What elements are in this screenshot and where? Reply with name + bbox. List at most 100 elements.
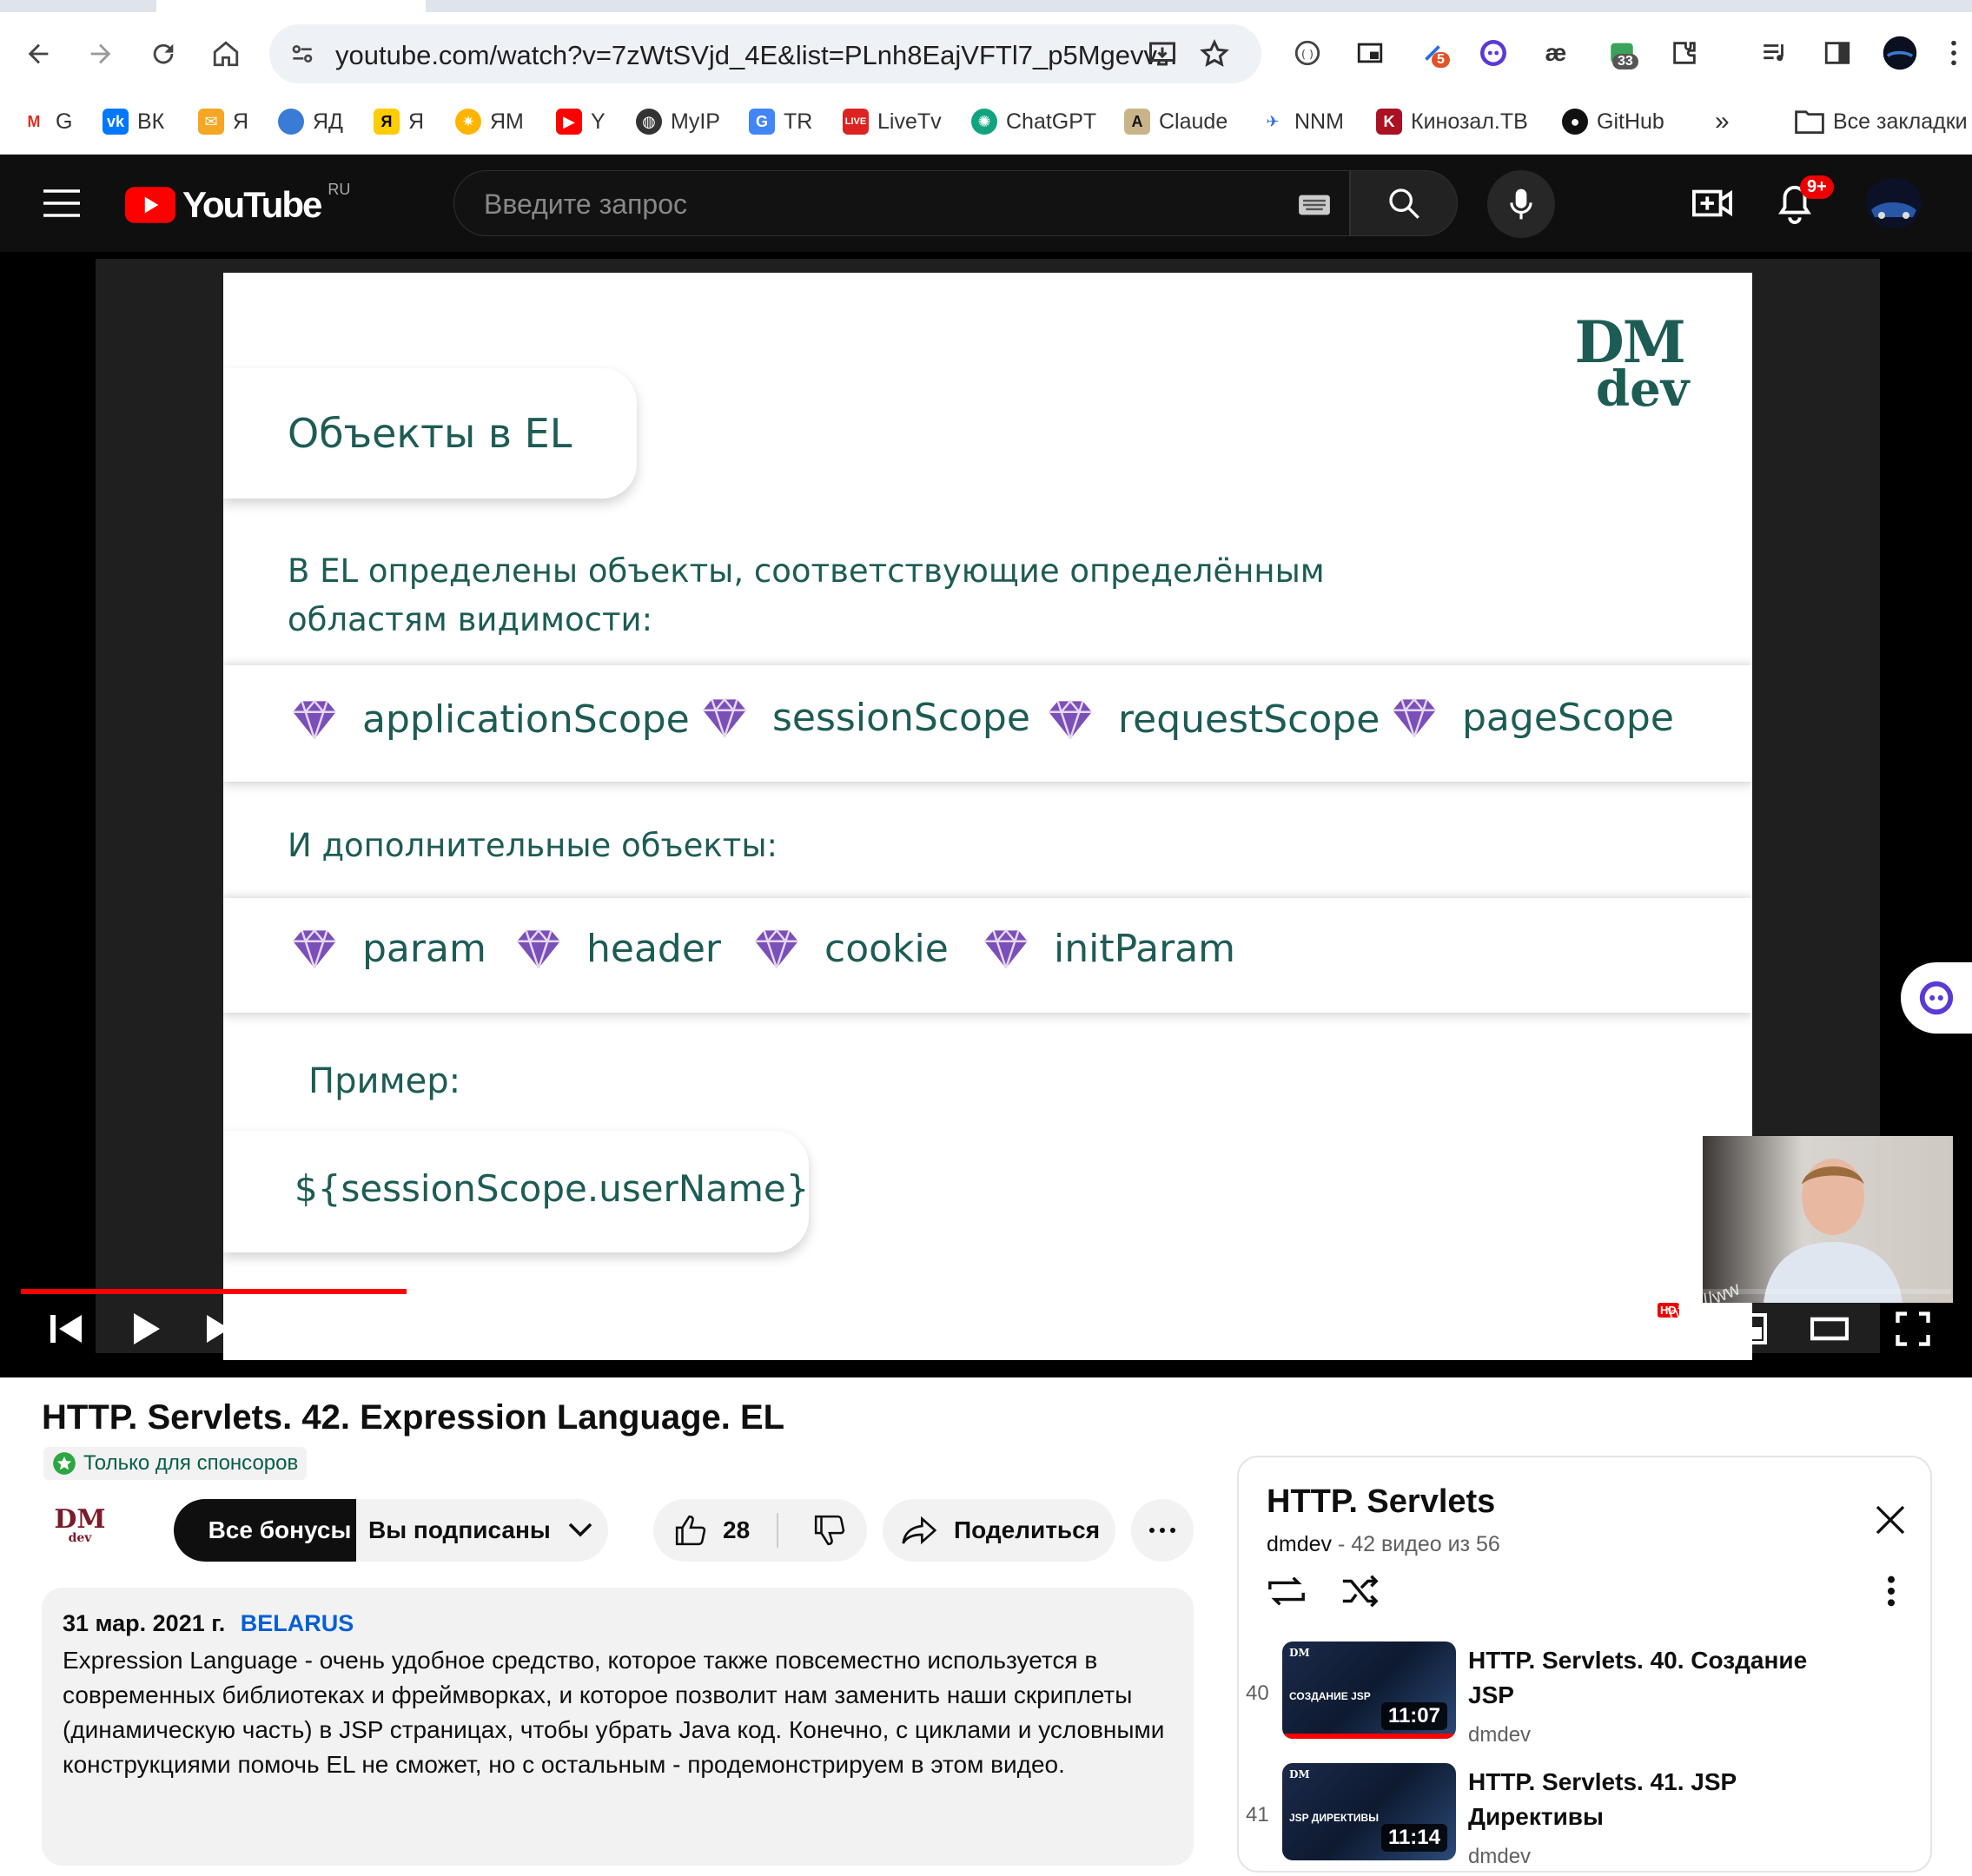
tab-strip bbox=[0, 0, 1972, 12]
scope-item: pageScope bbox=[1387, 695, 1674, 740]
browser-menu-icon[interactable] bbox=[1941, 31, 1967, 75]
more-vertical-icon[interactable] bbox=[1887, 1574, 1896, 1608]
miniplayer-button[interactable] bbox=[1720, 1303, 1772, 1355]
location-link[interactable]: BELARUS bbox=[241, 1610, 354, 1636]
next-button[interactable] bbox=[196, 1303, 248, 1355]
fullscreen-icon bbox=[1896, 1311, 1930, 1346]
share-button[interactable]: Поделиться bbox=[883, 1499, 1115, 1562]
arrow-left-icon bbox=[28, 43, 49, 64]
video-player[interactable]: DM dev Объекты в EL В EL определены объе… bbox=[0, 252, 1972, 1377]
playlist-title[interactable]: HTTP. Servlets bbox=[1267, 1483, 1495, 1521]
progress-bar[interactable] bbox=[21, 1289, 1951, 1294]
hamburger-menu-icon[interactable] bbox=[43, 188, 80, 219]
bookmarks-overflow-button[interactable]: » bbox=[1715, 106, 1730, 137]
playlist-item[interactable]: 41 DM JSP ДИРЕКТИВЫ 11:14 HTTP. Servlets… bbox=[1239, 1763, 1934, 1876]
bonuses-button[interactable]: Все бонусы bbox=[174, 1499, 386, 1562]
youtube-logo[interactable]: YouTube RU bbox=[125, 181, 350, 226]
bookmark-claude[interactable]: A Claude bbox=[1124, 106, 1228, 137]
fullscreen-button[interactable] bbox=[1887, 1303, 1939, 1355]
bookmarks-bar: MG vk ВК ✉ Я ЯД ЯЯ ✷ ЯМ ▶ Y ◍ MyIP G TR LIVE Li… bbox=[0, 96, 1972, 148]
bookmark-yandex-mail[interactable]: ✉ Я bbox=[198, 106, 248, 137]
subscribed-button[interactable]: Вы подписаны bbox=[356, 1499, 608, 1562]
voice-search-button[interactable] bbox=[1487, 170, 1555, 238]
bookmark-kinozal[interactable]: K Кинозал.ТВ bbox=[1376, 106, 1528, 137]
bookmark-yandex[interactable]: ЯЯ bbox=[374, 106, 424, 137]
volume-button[interactable] bbox=[278, 1303, 330, 1355]
bookmark-nnm[interactable]: ✈ NNM bbox=[1260, 106, 1344, 137]
extension-ae-icon[interactable]: æ bbox=[1534, 31, 1578, 75]
all-bookmarks-folder[interactable]: Все закладки bbox=[1795, 106, 1968, 137]
star-bookmark-icon[interactable] bbox=[1199, 38, 1230, 69]
extensions-puzzle-icon[interactable] bbox=[1663, 31, 1706, 75]
dislike-button[interactable] bbox=[792, 1499, 867, 1562]
extra-objects-heading: И дополнительные объекты: bbox=[288, 827, 778, 864]
upload-date: 31 мар. 2021 г. bbox=[63, 1610, 226, 1636]
profile-avatar[interactable] bbox=[1878, 31, 1922, 75]
like-divider bbox=[777, 1513, 778, 1548]
bookmark-chatgpt[interactable]: ✺ ChatGPT bbox=[971, 106, 1096, 137]
notifications-button[interactable]: 9+ bbox=[1777, 175, 1834, 226]
live-icon: LIVE bbox=[843, 109, 869, 135]
subtitles-button[interactable] bbox=[1555, 1303, 1607, 1355]
search-input[interactable]: Введите запрос bbox=[453, 170, 1350, 236]
playlist-item[interactable]: 40 DM СОЗДАНИЕ JSP 11:07 HTTP. Servlets.… bbox=[1239, 1642, 1934, 1754]
chevron-down-icon bbox=[568, 1523, 592, 1537]
like-button[interactable]: 28 bbox=[653, 1499, 777, 1562]
gem-icon bbox=[755, 928, 798, 969]
search-button[interactable] bbox=[1350, 170, 1458, 236]
extension-proxy-icon[interactable]: ( ) bbox=[1286, 31, 1329, 75]
bookmark-myip[interactable]: ◍ MyIP bbox=[636, 106, 720, 137]
install-app-icon[interactable] bbox=[1147, 38, 1178, 69]
extension-side-button[interactable] bbox=[1901, 962, 1972, 1034]
description-meta: 31 мар. 2021 г. BELARUS bbox=[63, 1610, 354, 1637]
active-tab[interactable] bbox=[156, 0, 426, 12]
watched-bar bbox=[1282, 1734, 1456, 1739]
globe-icon: ◍ bbox=[636, 109, 662, 135]
create-video-icon[interactable] bbox=[1692, 186, 1732, 221]
playlist-channel[interactable]: dmdev bbox=[1267, 1532, 1332, 1556]
side-panel-icon[interactable] bbox=[1816, 31, 1859, 75]
close-icon[interactable] bbox=[1873, 1503, 1908, 1537]
gem-icon bbox=[293, 699, 336, 740]
site-settings-icon[interactable] bbox=[288, 40, 316, 68]
sponsors-only-badge: Только для спонсоров bbox=[43, 1447, 308, 1480]
presentation-slide: DM dev Объекты в EL В EL определены объе… bbox=[223, 273, 1752, 1360]
forward-button[interactable] bbox=[78, 31, 123, 76]
channel-logo[interactable]: DM dev bbox=[49, 1507, 111, 1556]
loop-icon[interactable] bbox=[1267, 1574, 1307, 1608]
picture-in-picture-icon[interactable] bbox=[1348, 31, 1392, 75]
bookmark-yandex-disk[interactable]: ЯД bbox=[278, 106, 343, 137]
claude-icon: A bbox=[1124, 109, 1150, 135]
bookmark-yandex-music[interactable]: ✷ ЯМ bbox=[455, 106, 524, 137]
theater-mode-button[interactable] bbox=[1803, 1303, 1856, 1355]
disk-icon bbox=[278, 109, 304, 135]
reload-button[interactable] bbox=[141, 31, 186, 76]
home-button[interactable] bbox=[203, 31, 248, 76]
account-avatar[interactable] bbox=[1866, 179, 1922, 228]
extension-badge-icon[interactable]: 5 bbox=[1411, 31, 1454, 75]
extension-robot-icon[interactable] bbox=[1472, 31, 1515, 75]
back-button[interactable] bbox=[16, 31, 61, 76]
more-actions-button[interactable] bbox=[1131, 1499, 1194, 1562]
thumbs-up-icon bbox=[675, 1515, 706, 1546]
description-box[interactable]: 31 мар. 2021 г. BELARUS Expression Langu… bbox=[42, 1588, 1194, 1866]
shuffle-icon[interactable] bbox=[1340, 1574, 1380, 1608]
bookmark-livetv[interactable]: LIVE LiveTv bbox=[843, 106, 942, 137]
extension-counter-icon[interactable]: 33 bbox=[1600, 31, 1644, 75]
translate-icon: G bbox=[749, 109, 775, 135]
bookmark-vk[interactable]: vk ВК bbox=[103, 106, 164, 137]
thumbs-down-icon bbox=[814, 1515, 845, 1546]
keyboard-icon[interactable] bbox=[1297, 194, 1332, 216]
bookmark-translate[interactable]: G TR bbox=[749, 106, 812, 137]
bookmark-youtube[interactable]: ▶ Y bbox=[556, 106, 605, 137]
playlist-item-channel: dmdev bbox=[1468, 1845, 1532, 1868]
bookmark-gmail[interactable]: MG bbox=[21, 106, 72, 137]
skip-previous-icon bbox=[50, 1315, 82, 1343]
bookmark-github[interactable]: ● GitHub bbox=[1562, 106, 1664, 137]
address-bar[interactable]: youtube.com/watch?v=7zWtSVjd_4E&list=PLn… bbox=[269, 24, 1261, 83]
play-button[interactable] bbox=[120, 1303, 172, 1355]
media-controls-icon[interactable] bbox=[1753, 31, 1797, 75]
extra-item: header bbox=[512, 926, 721, 971]
previous-button[interactable] bbox=[40, 1303, 92, 1355]
chapter-title[interactable]: • Доступные объекты в EL bbox=[491, 1315, 766, 1341]
